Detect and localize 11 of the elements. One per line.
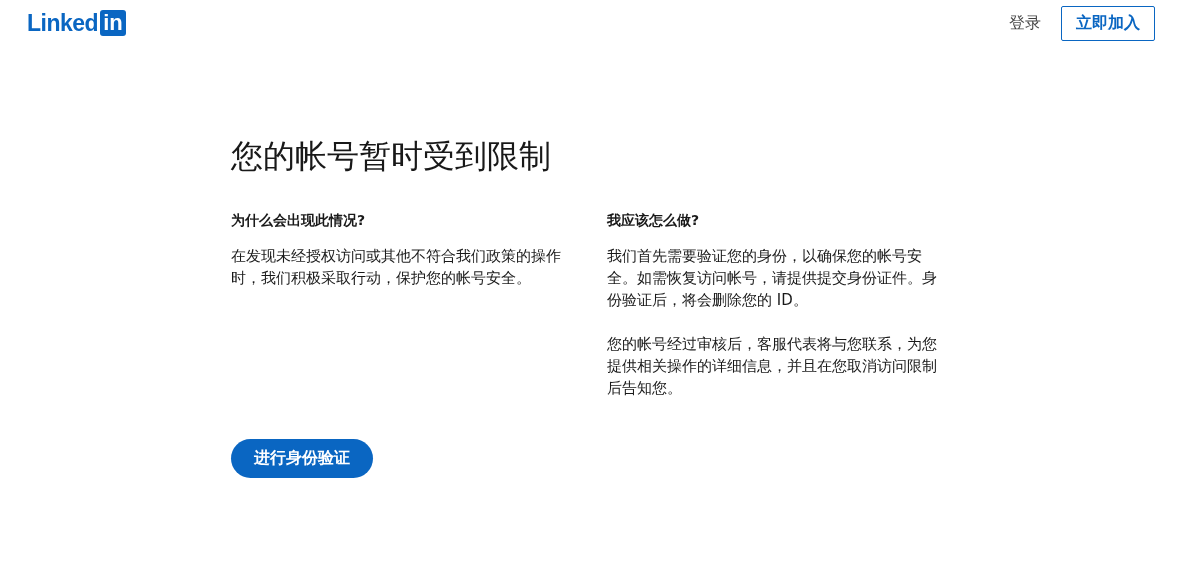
page-title: 您的帐号暂时受到限制 — [231, 136, 552, 177]
section-heading: 我应该怎么做? — [607, 211, 701, 230]
logo-text: Linked — [27, 9, 99, 37]
section-text: 您的帐号经过审核后，客服代表将与您联系，为您提供相关操作的详细信息，并且在您取消访问限制后告知您。 — [607, 334, 938, 399]
sign-in-link[interactable]: 登录 — [1009, 6, 1041, 40]
join-button[interactable]: 立即加入 — [1061, 5, 1155, 41]
section-heading: 为什么会出现此情况? — [231, 211, 367, 230]
section-text: 在发现未经授权访问或其他不符合我们政策的操作时，我们积极采取行动，保护您的帐号安全。 — [231, 246, 562, 289]
section-text: 我们首先需要验证您的身份，以确保您的帐号安全。如需恢复访问帐号，请提供提交身份证件。身份验证后，将会删除您的 ID。 — [607, 246, 938, 311]
logo-badge: in — [100, 10, 126, 36]
verify-identity-button[interactable]: 进行身份验证 — [231, 439, 373, 478]
